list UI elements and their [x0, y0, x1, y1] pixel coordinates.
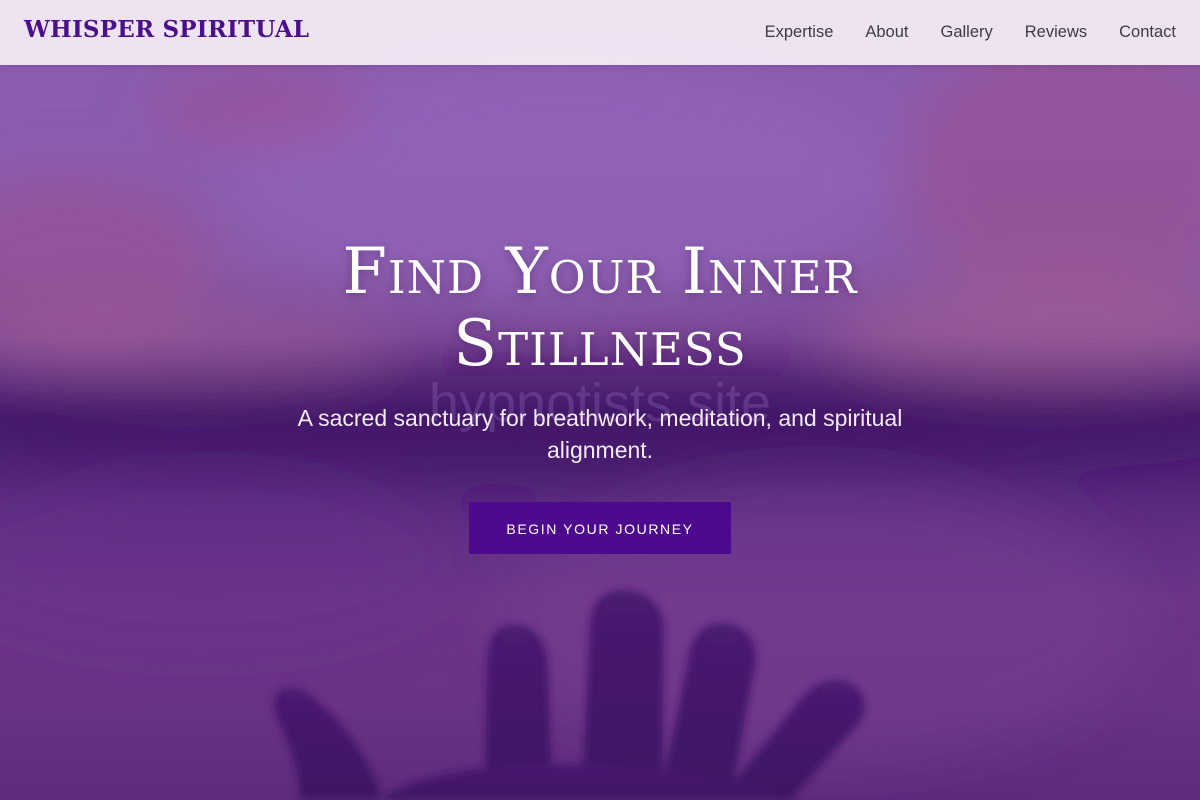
nav-link-expertise[interactable]: Expertise: [765, 23, 834, 42]
begin-journey-button[interactable]: Begin Your Journey: [469, 502, 731, 554]
nav-link-gallery[interactable]: Gallery: [941, 23, 993, 42]
hero-section: Find Your Inner Stillness A sacred sanct…: [0, 236, 1200, 554]
site-header: WHISPER SPIRITUAL Expertise About Galler…: [0, 0, 1200, 65]
nav-link-about[interactable]: About: [865, 23, 908, 42]
nav-link-contact[interactable]: Contact: [1119, 23, 1176, 42]
nav-link-reviews[interactable]: Reviews: [1025, 23, 1087, 42]
hero-subtitle: A sacred sanctuary for breathwork, medit…: [297, 405, 903, 463]
main-nav: Expertise About Gallery Reviews Contact: [765, 0, 1176, 65]
hero-title: Find Your Inner Stillness: [342, 235, 858, 381]
page: WHISPER SPIRITUAL Expertise About Galler…: [0, 0, 1200, 800]
site-logo[interactable]: WHISPER SPIRITUAL: [24, 16, 309, 43]
